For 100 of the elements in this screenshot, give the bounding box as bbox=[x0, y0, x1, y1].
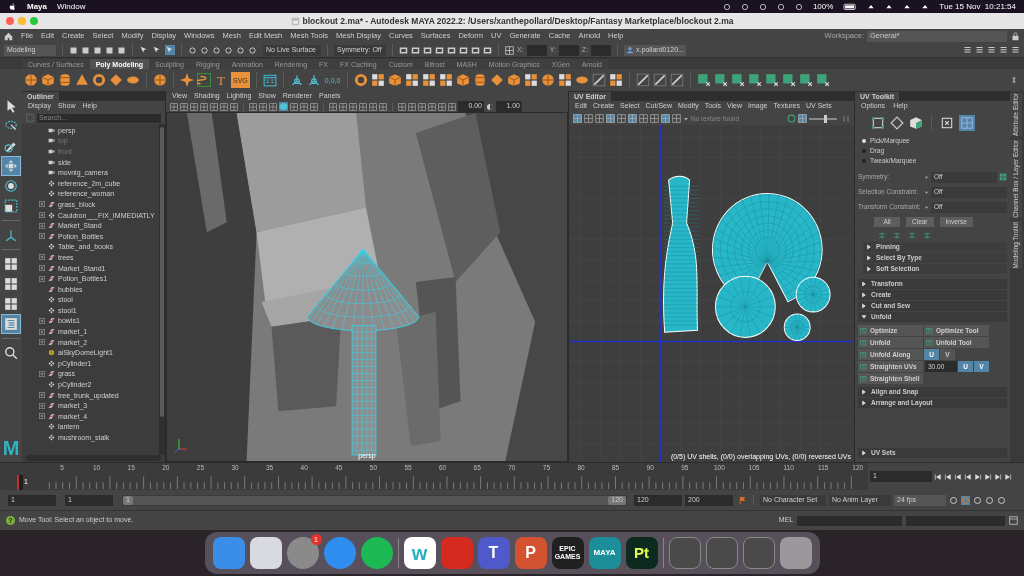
curve-icon[interactable] bbox=[197, 73, 211, 87]
viewport-tool-icon[interactable] bbox=[359, 102, 367, 111]
alignment-icon[interactable] bbox=[908, 232, 916, 239]
pivot-icon[interactable] bbox=[289, 73, 304, 87]
app-icon[interactable]: Pt bbox=[625, 537, 658, 569]
pencil-icon[interactable] bbox=[670, 73, 685, 87]
slider-thumb[interactable] bbox=[824, 114, 827, 123]
viewport-tool-icon[interactable] bbox=[259, 102, 267, 111]
caret-icon[interactable] bbox=[924, 189, 929, 195]
uv-shell-icon[interactable] bbox=[748, 73, 763, 87]
expand-icon[interactable] bbox=[39, 370, 45, 377]
uv-shell-icon[interactable] bbox=[714, 73, 729, 87]
step-back-key-icon[interactable] bbox=[944, 472, 952, 481]
cube-icon[interactable] bbox=[507, 73, 522, 87]
viewport-tool-icon[interactable] bbox=[369, 102, 377, 111]
uv-shell-icon[interactable] bbox=[816, 73, 831, 87]
viewport-tool-icon[interactable] bbox=[210, 102, 218, 111]
grid-icon[interactable] bbox=[584, 114, 593, 123]
expand-icon[interactable] bbox=[39, 413, 45, 420]
uv-shell-icon[interactable] bbox=[782, 73, 797, 87]
expand-icon[interactable] bbox=[39, 275, 45, 282]
viewport-tool-icon[interactable] bbox=[379, 102, 387, 111]
step-back-icon[interactable] bbox=[954, 472, 962, 481]
mushroom-wireframe-drawing[interactable] bbox=[306, 248, 420, 456]
tiles-icon[interactable] bbox=[558, 73, 573, 87]
torus-icon[interactable] bbox=[92, 73, 106, 87]
radio-button[interactable] bbox=[862, 149, 866, 153]
diamond-icon[interactable] bbox=[109, 73, 123, 87]
caret-icon[interactable] bbox=[924, 174, 929, 180]
app-menu[interactable]: Maya bbox=[27, 0, 47, 13]
expand-icon[interactable] bbox=[39, 233, 45, 240]
auto-key-icon[interactable] bbox=[961, 495, 970, 505]
brightness-slider[interactable] bbox=[809, 114, 837, 123]
coordinate-field[interactable] bbox=[526, 44, 547, 56]
window-thumbnail[interactable] bbox=[668, 537, 701, 569]
viewport-tool-icon[interactable] bbox=[339, 102, 347, 111]
tiles-icon[interactable] bbox=[439, 73, 454, 87]
diamond-icon[interactable] bbox=[490, 73, 505, 87]
pencil-icon[interactable] bbox=[636, 73, 651, 87]
viewport-tool-icon[interactable] bbox=[448, 102, 456, 111]
expand-icon[interactable] bbox=[39, 265, 45, 271]
alignment-icon[interactable] bbox=[923, 232, 931, 239]
radio-button[interactable] bbox=[862, 159, 866, 163]
torus-icon[interactable] bbox=[354, 73, 369, 87]
layout-icon[interactable] bbox=[2, 255, 20, 273]
shelf-icon[interactable]: T bbox=[214, 72, 228, 88]
viewport-tool-icon[interactable] bbox=[398, 102, 406, 111]
scrollbar[interactable] bbox=[159, 124, 165, 455]
cube-icon[interactable] bbox=[456, 73, 471, 87]
layout-icon[interactable] bbox=[2, 295, 20, 313]
viewport-tool-icon[interactable] bbox=[349, 102, 357, 111]
expand-icon[interactable] bbox=[39, 212, 45, 219]
cube-icon[interactable] bbox=[41, 73, 55, 87]
window-thumbnail[interactable] bbox=[705, 537, 738, 569]
grid-icon[interactable] bbox=[672, 114, 681, 123]
home-icon[interactable] bbox=[4, 31, 13, 41]
viewport-tool-icon[interactable] bbox=[170, 102, 178, 111]
go-to-end-icon[interactable] bbox=[1004, 472, 1012, 481]
viewport-tool-icon[interactable] bbox=[418, 102, 426, 111]
face-selection-icon[interactable] bbox=[909, 116, 923, 130]
tiles-icon[interactable] bbox=[609, 73, 624, 87]
pencil-icon[interactable] bbox=[592, 73, 607, 87]
apple-logo-icon[interactable] bbox=[8, 2, 17, 11]
expand-arrow-icon[interactable] bbox=[861, 292, 867, 298]
expand-arrow-icon[interactable] bbox=[861, 400, 867, 406]
expand-arrow-icon[interactable] bbox=[861, 281, 867, 287]
expand-icon[interactable] bbox=[39, 402, 45, 409]
expand-arrow-icon[interactable] bbox=[866, 244, 872, 250]
viewport-tool-icon[interactable] bbox=[300, 102, 308, 111]
sphere-icon[interactable] bbox=[153, 73, 167, 87]
expand-icon[interactable] bbox=[39, 201, 45, 208]
tiles-icon[interactable] bbox=[524, 73, 539, 87]
uv-shell-icon[interactable] bbox=[731, 73, 746, 87]
key-icon[interactable] bbox=[738, 495, 747, 505]
viewport-tool-icon[interactable] bbox=[269, 102, 277, 111]
expand-arrow-icon[interactable] bbox=[861, 314, 867, 320]
expand-icon[interactable] bbox=[39, 254, 45, 261]
alignment-icon[interactable] bbox=[893, 232, 901, 239]
uv-shells-drawing[interactable] bbox=[663, 175, 831, 341]
lock-icon[interactable] bbox=[1011, 31, 1020, 41]
expand-icon[interactable] bbox=[39, 222, 45, 229]
sphere-icon[interactable] bbox=[541, 73, 556, 87]
pencil-icon[interactable] bbox=[653, 73, 668, 87]
grid-panel-icon[interactable] bbox=[262, 73, 277, 87]
grid-icon[interactable] bbox=[595, 114, 604, 123]
play-forward-icon[interactable] bbox=[974, 472, 982, 481]
viewport-tool-icon[interactable] bbox=[230, 102, 238, 111]
grid-icon[interactable] bbox=[650, 114, 659, 123]
edge-selection-icon[interactable] bbox=[890, 116, 904, 130]
ring-icon[interactable] bbox=[787, 114, 796, 123]
expand-icon[interactable] bbox=[39, 318, 45, 324]
window-thumbnail[interactable] bbox=[742, 537, 775, 569]
uv-shell-icon[interactable] bbox=[799, 73, 814, 87]
cube-icon[interactable] bbox=[388, 73, 403, 87]
expand-arrow-icon[interactable] bbox=[866, 255, 872, 261]
layout-icon[interactable] bbox=[2, 275, 20, 293]
viewport-tool-icon[interactable] bbox=[290, 102, 298, 111]
alignment-icon[interactable] bbox=[878, 232, 886, 239]
tiles-icon[interactable] bbox=[371, 73, 386, 87]
caret-icon[interactable] bbox=[683, 115, 689, 122]
